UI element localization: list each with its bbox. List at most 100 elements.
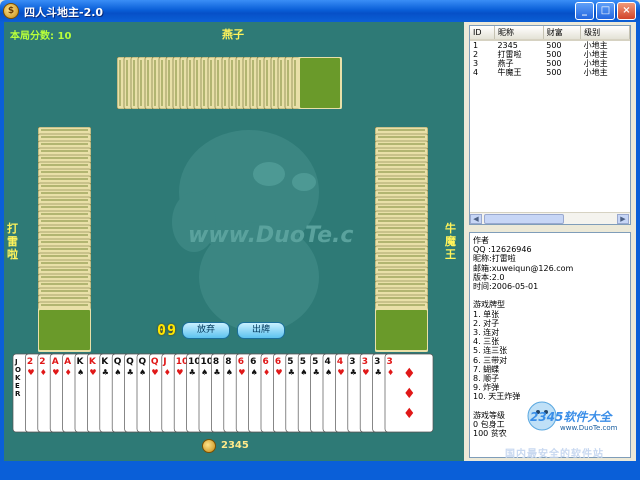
player-list[interactable]: ID 昵称 财富 级别 1 2345 500 小地主 2 打雷啦 500 小地主 3 燕子 500 小地主 4… bbox=[469, 25, 631, 225]
card-back bbox=[38, 308, 91, 352]
table-cell: 500 bbox=[546, 41, 562, 50]
table-row[interactable]: 3 燕子 500 小地主 bbox=[470, 59, 630, 68]
table-cell: 小地主 bbox=[583, 50, 608, 59]
table-cell: 小地主 bbox=[583, 59, 608, 68]
card-rank: Q bbox=[151, 357, 159, 367]
card-suit-icon: ♣ bbox=[313, 368, 320, 377]
card-suit-icon: ♦ bbox=[387, 368, 394, 377]
window-frame-right bbox=[636, 22, 640, 480]
top-player-card-stack bbox=[117, 57, 342, 109]
brand-slogan: 国内最安全的软件站 bbox=[505, 449, 604, 460]
scroll-thumb[interactable] bbox=[484, 214, 564, 224]
player-top-name: 燕子 bbox=[222, 28, 244, 41]
card-suit-icon: ♠ bbox=[139, 368, 146, 377]
turn-timer: 09 bbox=[157, 321, 178, 339]
table-row[interactable]: 1 2345 500 小地主 bbox=[470, 40, 630, 50]
pass-button[interactable]: 放弃 bbox=[182, 322, 230, 339]
card-rank: Q bbox=[139, 357, 147, 367]
scroll-left-arrow-icon[interactable]: ◀ bbox=[470, 214, 482, 224]
table-cell: 3 bbox=[473, 59, 479, 68]
table-row[interactable]: 4 牛魔王 500 小地主 bbox=[470, 68, 630, 77]
info-line: 昵称:打雷啦 bbox=[473, 254, 516, 264]
info-line: 邮箱:xuweiqun@126.com bbox=[473, 263, 574, 273]
hand-card[interactable]: 3♦ ♦♦♦ bbox=[384, 353, 434, 433]
maximize-button[interactable]: □ bbox=[596, 2, 615, 20]
card-suit-icon: ♠ bbox=[77, 368, 84, 377]
info-line: 作者 bbox=[473, 236, 489, 245]
card-suit-icon: ♥ bbox=[337, 368, 344, 377]
card-suit-icon: ♥ bbox=[52, 368, 59, 377]
play-cards-button[interactable]: 出牌 bbox=[237, 322, 285, 339]
card-rank: 4 bbox=[337, 357, 343, 367]
card-suit-icon: ♠ bbox=[114, 368, 121, 377]
card-suit-icon: ♦ bbox=[263, 368, 270, 377]
self-coin-icon bbox=[202, 439, 216, 453]
info-line: 6. 三带对 bbox=[473, 355, 508, 365]
table-cell: 4 bbox=[473, 68, 479, 77]
card-rank: Q bbox=[126, 357, 134, 367]
table-cell: 500 bbox=[546, 68, 562, 77]
column-header[interactable]: 昵称 bbox=[494, 26, 544, 41]
info-line: 9. 炸弹 bbox=[473, 383, 500, 393]
info-line: 100 贫农 bbox=[473, 429, 507, 439]
card-rank: J bbox=[162, 357, 166, 367]
column-header[interactable]: 财富 bbox=[543, 26, 582, 41]
table-row[interactable]: 2 打雷啦 500 小地主 bbox=[470, 50, 630, 59]
player-hand[interactable]: JOKER2♥2♦A♥A♦K♠K♥K♣Q♠Q♣Q♠Q♥J♦10♥10♣10♠8♣… bbox=[12, 352, 452, 434]
info-line: 2. 对子 bbox=[473, 318, 500, 328]
close-button[interactable]: × bbox=[617, 2, 636, 20]
card-rank: 6 bbox=[238, 357, 244, 367]
info-line: 3. 连对 bbox=[473, 328, 500, 337]
card-rank: A bbox=[64, 357, 71, 367]
table-cell: 小地主 bbox=[583, 41, 608, 50]
card-suit-icon: ♣ bbox=[189, 368, 196, 377]
app-coin-icon[interactable]: $ bbox=[3, 3, 19, 19]
card-back bbox=[375, 308, 428, 352]
window-title: 四人斗地主-2.0 bbox=[24, 6, 104, 19]
table-cell: 燕子 bbox=[497, 59, 514, 68]
card-suit-icon: ♣ bbox=[213, 368, 220, 377]
info-line: 10. 天王炸弹 bbox=[473, 392, 521, 402]
card-rank: 4 bbox=[325, 357, 331, 367]
info-line: 1. 单张 bbox=[473, 309, 500, 319]
card-rank: 2 bbox=[39, 357, 45, 367]
card-suit-icon: ♥ bbox=[275, 368, 282, 377]
player-left-name: 打雷啦 bbox=[7, 222, 18, 261]
background-mascot-image: www.DuoTe.com bbox=[172, 130, 354, 332]
column-header[interactable]: ID bbox=[470, 26, 495, 41]
minimize-button[interactable]: _ bbox=[575, 2, 594, 20]
horizontal-scrollbar[interactable]: ◀ ▶ bbox=[470, 212, 630, 224]
right-player-card-stack bbox=[375, 127, 428, 352]
card-suit-icon: ♥ bbox=[362, 368, 369, 377]
card-suit-icon: ♦ bbox=[164, 368, 171, 377]
scroll-right-arrow-icon[interactable]: ▶ bbox=[617, 214, 629, 224]
card-suit-icon: ♥ bbox=[176, 368, 183, 377]
game-table: www.DuoTe.com 本局分数: 10 燕子 打雷啦 牛魔王 09 放弃 … bbox=[4, 22, 464, 461]
watermark-text: www.DuoTe.com bbox=[188, 223, 354, 248]
card-suit-icon: ♥ bbox=[89, 368, 96, 377]
table-cell: 打雷啦 bbox=[497, 50, 522, 59]
table-cell: 牛魔王 bbox=[497, 68, 522, 77]
brand-logo: 2345软件大全 bbox=[530, 410, 612, 424]
card-pip-icon: ♦ bbox=[403, 406, 416, 422]
title-bar: $ 四人斗地主-2.0 _ □ × bbox=[0, 0, 640, 22]
info-line: 8. 顺子 bbox=[473, 374, 500, 383]
card-suit-icon: ♣ bbox=[350, 368, 357, 377]
card-rank: K bbox=[89, 357, 97, 367]
table-cell: 1 bbox=[473, 41, 479, 50]
info-line: 时间:2006-05-01 bbox=[473, 282, 539, 291]
window-frame-bottom bbox=[0, 461, 640, 480]
card-joker-letter: J bbox=[14, 358, 18, 366]
card-joker-letter: R bbox=[15, 390, 21, 398]
info-line: QQ :12626946 bbox=[473, 245, 532, 255]
card-rank: 5 bbox=[287, 357, 293, 367]
table-cell: 500 bbox=[546, 50, 562, 59]
card-suit-icon: ♣ bbox=[288, 368, 295, 377]
card-rank: 6 bbox=[275, 357, 281, 367]
round-score-label: 本局分数: 10 bbox=[10, 31, 72, 42]
column-header[interactable]: 级别 bbox=[580, 26, 630, 41]
card-joker-letter: K bbox=[15, 374, 21, 382]
info-line: 游戏牌型 bbox=[473, 300, 505, 310]
table-cell: 500 bbox=[546, 59, 562, 68]
player-table: ID 昵称 财富 级别 1 2345 500 小地主 2 打雷啦 500 小地主 3 燕子 500 小地主 4… bbox=[470, 26, 630, 77]
